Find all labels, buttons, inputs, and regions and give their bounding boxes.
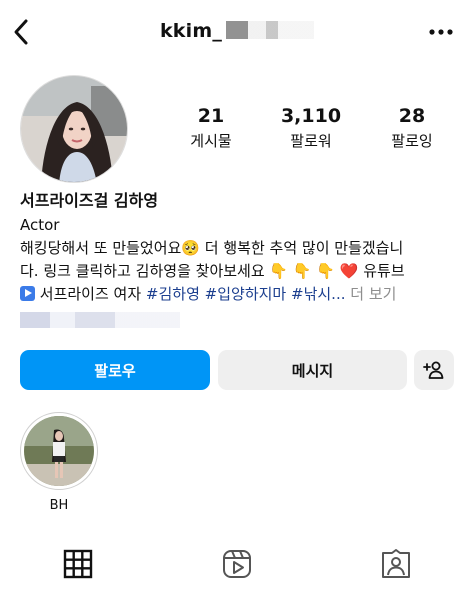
heart-emoji: ❤️: [339, 262, 359, 280]
bio-line1-rest: 더 행복한 추억 많이 만들겠습니: [200, 239, 404, 257]
play-button-icon: [20, 286, 35, 301]
bio-link-blurred[interactable]: [20, 312, 180, 328]
highlight-ring: [20, 412, 98, 490]
follow-button[interactable]: 팔로우: [20, 350, 210, 390]
bio-line1-text: 해킹당해서 또 만들었어요: [20, 239, 182, 257]
hashtag-link[interactable]: #입양하지마: [205, 285, 287, 303]
highlight-cover: [24, 416, 94, 486]
following-stat[interactable]: 28 팔로잉: [367, 104, 457, 152]
username-text: kkim_: [159, 20, 223, 42]
message-button[interactable]: 메시지: [218, 350, 407, 390]
posts-stat[interactable]: 21 게시물: [166, 104, 256, 152]
pleading-face-emoji: 🥺: [181, 239, 201, 257]
avatar-photo: [21, 76, 127, 182]
followers-stat[interactable]: 3,110 팔로워: [266, 104, 356, 152]
grid-icon[interactable]: [62, 548, 94, 580]
highlight-photo: [24, 416, 94, 486]
add-person-icon: [423, 361, 444, 379]
bio-line2-text: 다. 링크 클릭하고 김하영을 찾아보세요: [20, 262, 270, 280]
posts-count: 21: [197, 105, 225, 127]
bio-line-1: 해킹당해서 또 만들었어요🥺 더 행복한 추억 많이 만들겠습니: [20, 237, 460, 260]
top-bar: kkim_: [0, 0, 474, 64]
following-count: 28: [398, 105, 426, 127]
tagged-icon[interactable]: [380, 548, 412, 580]
story-highlight[interactable]: BH: [20, 412, 98, 513]
followers-label: 팔로워: [290, 132, 332, 150]
highlight-label: BH: [49, 498, 69, 513]
following-label: 팔로잉: [391, 132, 433, 150]
profile-tabs: [0, 540, 474, 592]
pointing-down-emojis: 👇 👇 👇: [269, 262, 340, 280]
followers-count: 3,110: [280, 105, 342, 127]
reels-icon[interactable]: [221, 548, 253, 580]
hashtag-link[interactable]: #낚시...: [291, 285, 345, 303]
bio-line3-text: 서프라이즈 여자: [35, 285, 146, 303]
profile-bio: 서프라이즈걸 김하영 Actor 해킹당해서 또 만들었어요🥺 더 행복한 추억…: [20, 188, 460, 306]
category-label: Actor: [20, 216, 60, 234]
bio-line-3: 서프라이즈 여자 #김하영 #입양하지마 #낚시... 더 보기: [20, 283, 460, 306]
posts-label: 게시물: [190, 132, 232, 150]
profile-username: kkim_: [0, 20, 474, 42]
username-blur: [226, 21, 315, 39]
see-more-link[interactable]: 더 보기: [350, 285, 396, 303]
add-person-button[interactable]: [414, 350, 454, 390]
more-horizontal-icon[interactable]: [426, 22, 456, 42]
profile-avatar[interactable]: [20, 75, 128, 183]
display-name: 서프라이즈걸 김하영: [20, 191, 159, 210]
bio-line-2: 다. 링크 클릭하고 김하영을 찾아보세요 👇 👇 👇 ❤️ 유튜브: [20, 260, 460, 283]
bio-line2-rest: 유튜브: [358, 262, 405, 280]
hashtag-link[interactable]: #김하영: [146, 285, 200, 303]
